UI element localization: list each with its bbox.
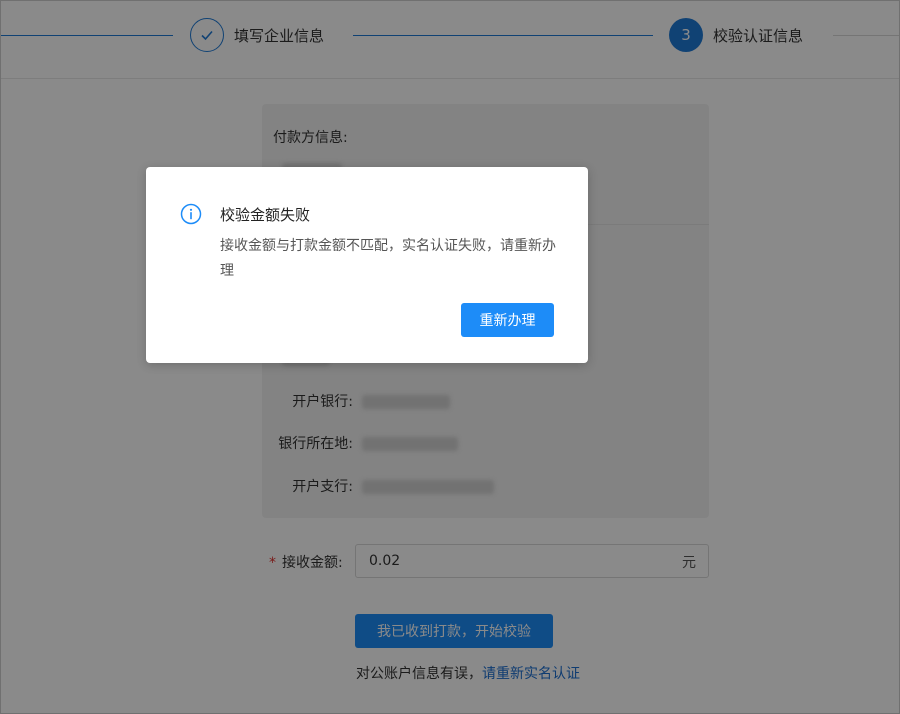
info-icon: [180, 203, 202, 225]
reapply-button[interactable]: 重新办理: [461, 303, 554, 337]
dialog-message: 接收金额与打款金额不匹配，实名认证失败，请重新办理: [220, 238, 556, 279]
dialog-title: 校验金额失败: [220, 206, 311, 224]
error-dialog: 校验金额失败 接收金额与打款金额不匹配，实名认证失败，请重新办理 重新办理: [146, 167, 588, 363]
